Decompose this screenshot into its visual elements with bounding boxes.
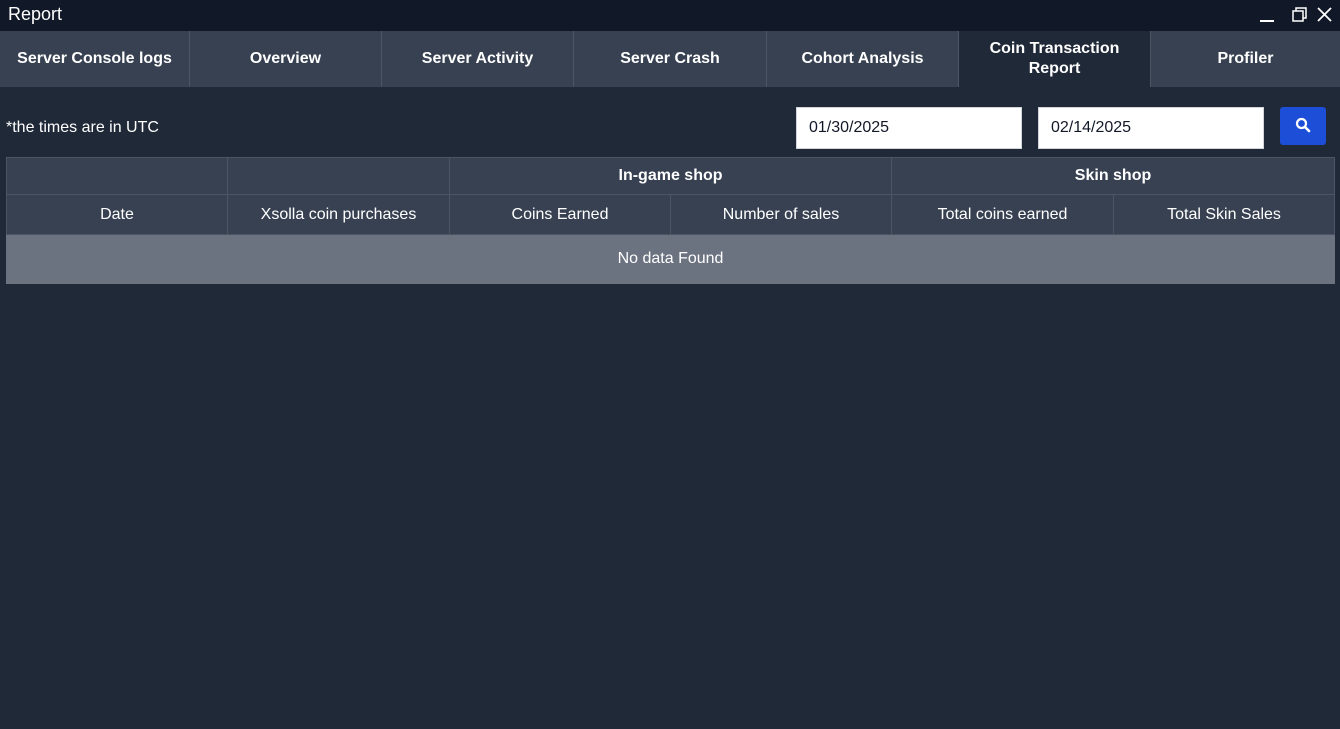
group-header-skin-shop: Skin shop (891, 157, 1336, 195)
start-date-input[interactable] (796, 107, 1022, 149)
restore-icon[interactable] (1287, 4, 1309, 26)
minimize-icon[interactable] (1256, 4, 1278, 26)
utc-note: *the times are in UTC (6, 119, 159, 136)
empty-message: No data Found (5, 234, 1336, 284)
close-icon[interactable] (1314, 4, 1336, 26)
column-header-coins-earned: Coins Earned (449, 194, 671, 235)
tab-profiler[interactable]: Profiler (1151, 31, 1340, 87)
tab-cohort-analysis[interactable]: Cohort Analysis (767, 31, 959, 87)
group-header-empty (6, 157, 228, 195)
end-date-input[interactable] (1038, 107, 1264, 149)
tab-server-console-logs[interactable]: Server Console logs (0, 31, 190, 87)
column-header-row: Date Xsolla coin purchases Coins Earned … (6, 194, 1336, 235)
column-header-number-of-sales: Number of sales (669, 194, 893, 235)
column-header-xsolla-coin-purchases: Xsolla coin purchases (227, 194, 450, 235)
coin-transaction-table: In-game shop Skin shop Date Xsolla coin … (5, 157, 1336, 284)
search-button[interactable] (1280, 107, 1326, 145)
tab-server-crash[interactable]: Server Crash (574, 31, 767, 87)
title-bar: Report (0, 0, 1340, 31)
tab-coin-transaction-report[interactable]: Coin Transaction Report (959, 31, 1151, 87)
search-icon (1295, 117, 1311, 136)
column-header-total-coins-earned: Total coins earned (891, 194, 1115, 235)
group-header-row: In-game shop Skin shop (6, 157, 1336, 195)
column-header-total-skin-sales: Total Skin Sales (1113, 194, 1336, 235)
column-header-date: Date (6, 194, 228, 235)
group-header-empty (227, 157, 450, 195)
tab-bar: Server Console logs Overview Server Acti… (0, 31, 1340, 87)
empty-row: No data Found (5, 234, 1336, 284)
tab-overview[interactable]: Overview (190, 31, 382, 87)
group-header-in-game-shop: In-game shop (448, 157, 893, 195)
window-title: Report (8, 4, 63, 24)
tab-server-activity[interactable]: Server Activity (382, 31, 574, 87)
